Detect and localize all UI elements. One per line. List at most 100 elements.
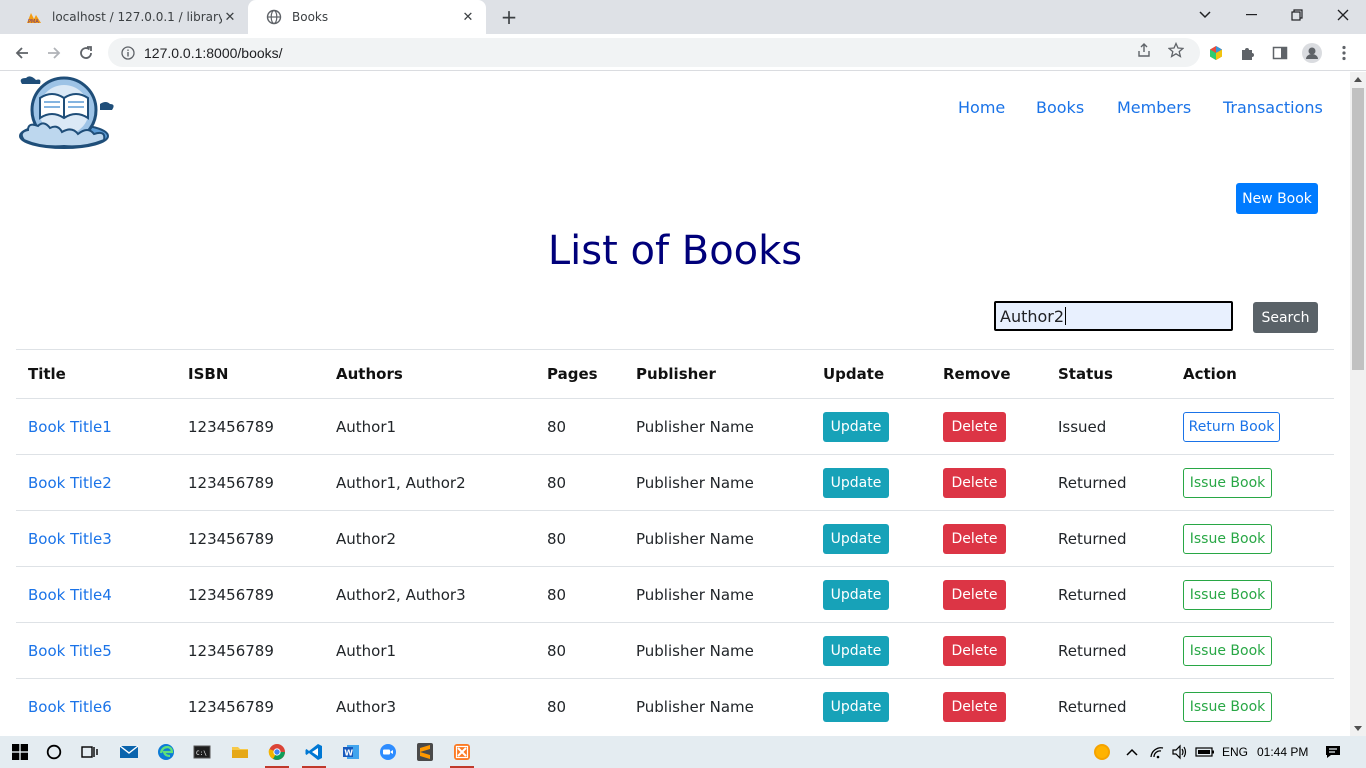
pages-cell: 80	[535, 622, 624, 679]
restore-icon[interactable]	[1274, 0, 1320, 30]
library-logo[interactable]	[14, 74, 116, 150]
chrome-icon[interactable]	[265, 740, 289, 768]
delete-button[interactable]: Delete	[943, 579, 1006, 610]
language-indicator[interactable]: ENG	[1222, 745, 1248, 759]
issue-book-button[interactable]: Issue Book	[1183, 635, 1272, 666]
reload-icon[interactable]	[72, 39, 100, 67]
volume-icon[interactable]	[1168, 740, 1192, 764]
cortana-search-icon[interactable]	[42, 740, 66, 764]
notifications-icon[interactable]	[1321, 740, 1345, 764]
mail-icon[interactable]	[117, 740, 141, 764]
weather-sun-icon[interactable]	[1090, 740, 1114, 764]
extension-color-icon[interactable]	[1206, 43, 1226, 63]
windows-start-icon[interactable]	[8, 740, 32, 764]
book-title-link[interactable]: Book Title5	[28, 642, 112, 660]
file-explorer-icon[interactable]	[228, 740, 252, 764]
column-header-title: Title	[16, 349, 176, 399]
terminal-icon[interactable]: C:\	[190, 740, 214, 764]
tab-phpmyadmin[interactable]: PMA localhost / 127.0.0.1 / library_db |…	[8, 0, 248, 34]
publisher-cell: Publisher Name	[624, 678, 811, 735]
forward-icon[interactable]	[40, 39, 68, 67]
page-scrollbar[interactable]	[1350, 72, 1366, 736]
extensions-puzzle-icon[interactable]	[1238, 43, 1258, 63]
edge-browser-icon[interactable]	[154, 740, 178, 764]
minimize-icon[interactable]	[1228, 0, 1274, 30]
isbn-cell: 123456789	[176, 566, 324, 623]
delete-button[interactable]: Delete	[943, 635, 1006, 666]
issue-book-button[interactable]: Issue Book	[1183, 523, 1272, 554]
return-book-button[interactable]: Return Book	[1183, 411, 1280, 442]
status-cell: Issued	[1046, 398, 1171, 455]
close-window-icon[interactable]	[1320, 0, 1366, 30]
scrollbar-thumb[interactable]	[1352, 88, 1364, 370]
search-button[interactable]: Search	[1253, 302, 1318, 333]
column-header-isbn: ISBN	[176, 349, 324, 399]
update-button[interactable]: Update	[823, 411, 889, 442]
delete-button[interactable]: Delete	[943, 411, 1006, 442]
zoom-icon[interactable]	[376, 740, 400, 764]
tab-title: Books	[292, 10, 329, 24]
scroll-down-arrow-icon[interactable]	[1354, 726, 1362, 731]
word-icon[interactable]: W	[339, 740, 363, 764]
svg-text:PMA: PMA	[28, 19, 39, 24]
nav-books[interactable]: Books	[1036, 98, 1084, 117]
delete-button[interactable]: Delete	[943, 691, 1006, 722]
task-view-icon[interactable]	[78, 740, 102, 764]
delete-button[interactable]: Delete	[943, 467, 1006, 498]
browser-toolbar: 127.0.0.1:8000/books/	[0, 34, 1366, 71]
issue-book-button[interactable]: Issue Book	[1183, 691, 1272, 722]
column-header-publisher: Publisher	[624, 349, 811, 399]
windows-taskbar: C:\ W ENG 01:44 PM	[0, 736, 1366, 768]
sublime-text-icon[interactable]	[413, 740, 437, 764]
book-title-link[interactable]: Book Title4	[28, 586, 112, 604]
battery-icon[interactable]	[1193, 740, 1217, 764]
book-title-link[interactable]: Book Title1	[28, 418, 112, 436]
book-title-link[interactable]: Book Title3	[28, 530, 112, 548]
close-icon[interactable]: ✕	[222, 9, 238, 25]
close-icon[interactable]: ✕	[460, 9, 476, 25]
browser-menu-icon[interactable]	[1334, 43, 1354, 63]
issue-book-button[interactable]: Issue Book	[1183, 467, 1272, 498]
clock[interactable]: 01:44 PM	[1257, 745, 1308, 759]
authors-cell: Author1, Author2	[324, 454, 535, 511]
table-header-row: Title ISBN Authors Pages Publisher Updat…	[16, 349, 1334, 399]
update-button[interactable]: Update	[823, 691, 889, 722]
update-button[interactable]: Update	[823, 579, 889, 610]
network-wifi-icon[interactable]	[1146, 740, 1170, 764]
new-tab-button[interactable]: +	[498, 5, 520, 29]
status-cell: Returned	[1046, 510, 1171, 567]
nav-home[interactable]: Home	[958, 98, 1005, 117]
side-panel-icon[interactable]	[1270, 43, 1290, 63]
delete-button[interactable]: Delete	[943, 523, 1006, 554]
chevron-up-icon[interactable]	[1120, 740, 1144, 764]
isbn-cell: 123456789	[176, 454, 324, 511]
nav-transactions[interactable]: Transactions	[1223, 98, 1323, 117]
tab-search-icon[interactable]	[1182, 0, 1228, 30]
share-icon[interactable]	[1132, 38, 1156, 62]
isbn-cell: 123456789	[176, 678, 324, 735]
tab-books[interactable]: Books ✕	[248, 0, 486, 34]
vscode-icon[interactable]	[302, 740, 326, 768]
update-button[interactable]: Update	[823, 635, 889, 666]
new-book-button[interactable]: New Book	[1236, 183, 1318, 214]
update-button[interactable]: Update	[823, 467, 889, 498]
back-icon[interactable]	[8, 39, 36, 67]
issue-book-button[interactable]: Issue Book	[1183, 579, 1272, 610]
scroll-up-arrow-icon[interactable]	[1354, 77, 1362, 82]
isbn-cell: 123456789	[176, 398, 324, 455]
table-row: Book Title5 123456789 Author1 80 Publish…	[16, 622, 1334, 679]
xampp-icon[interactable]	[450, 740, 474, 768]
site-info-icon[interactable]	[120, 45, 136, 61]
profile-avatar-icon[interactable]	[1302, 43, 1322, 63]
column-header-remove: Remove	[931, 349, 1046, 399]
update-button[interactable]: Update	[823, 523, 889, 554]
search-input[interactable]: Author2	[994, 301, 1233, 331]
page-viewport: Home Books Members Transactions New Book…	[0, 72, 1350, 736]
column-header-action: Action	[1171, 349, 1334, 399]
bookmark-star-icon[interactable]	[1164, 38, 1188, 62]
search-input-value: Author2	[1000, 306, 1065, 326]
nav-members[interactable]: Members	[1117, 98, 1191, 117]
book-title-link[interactable]: Book Title2	[28, 474, 112, 492]
book-title-link[interactable]: Book Title6	[28, 698, 112, 716]
address-bar[interactable]: 127.0.0.1:8000/books/	[108, 38, 1200, 67]
